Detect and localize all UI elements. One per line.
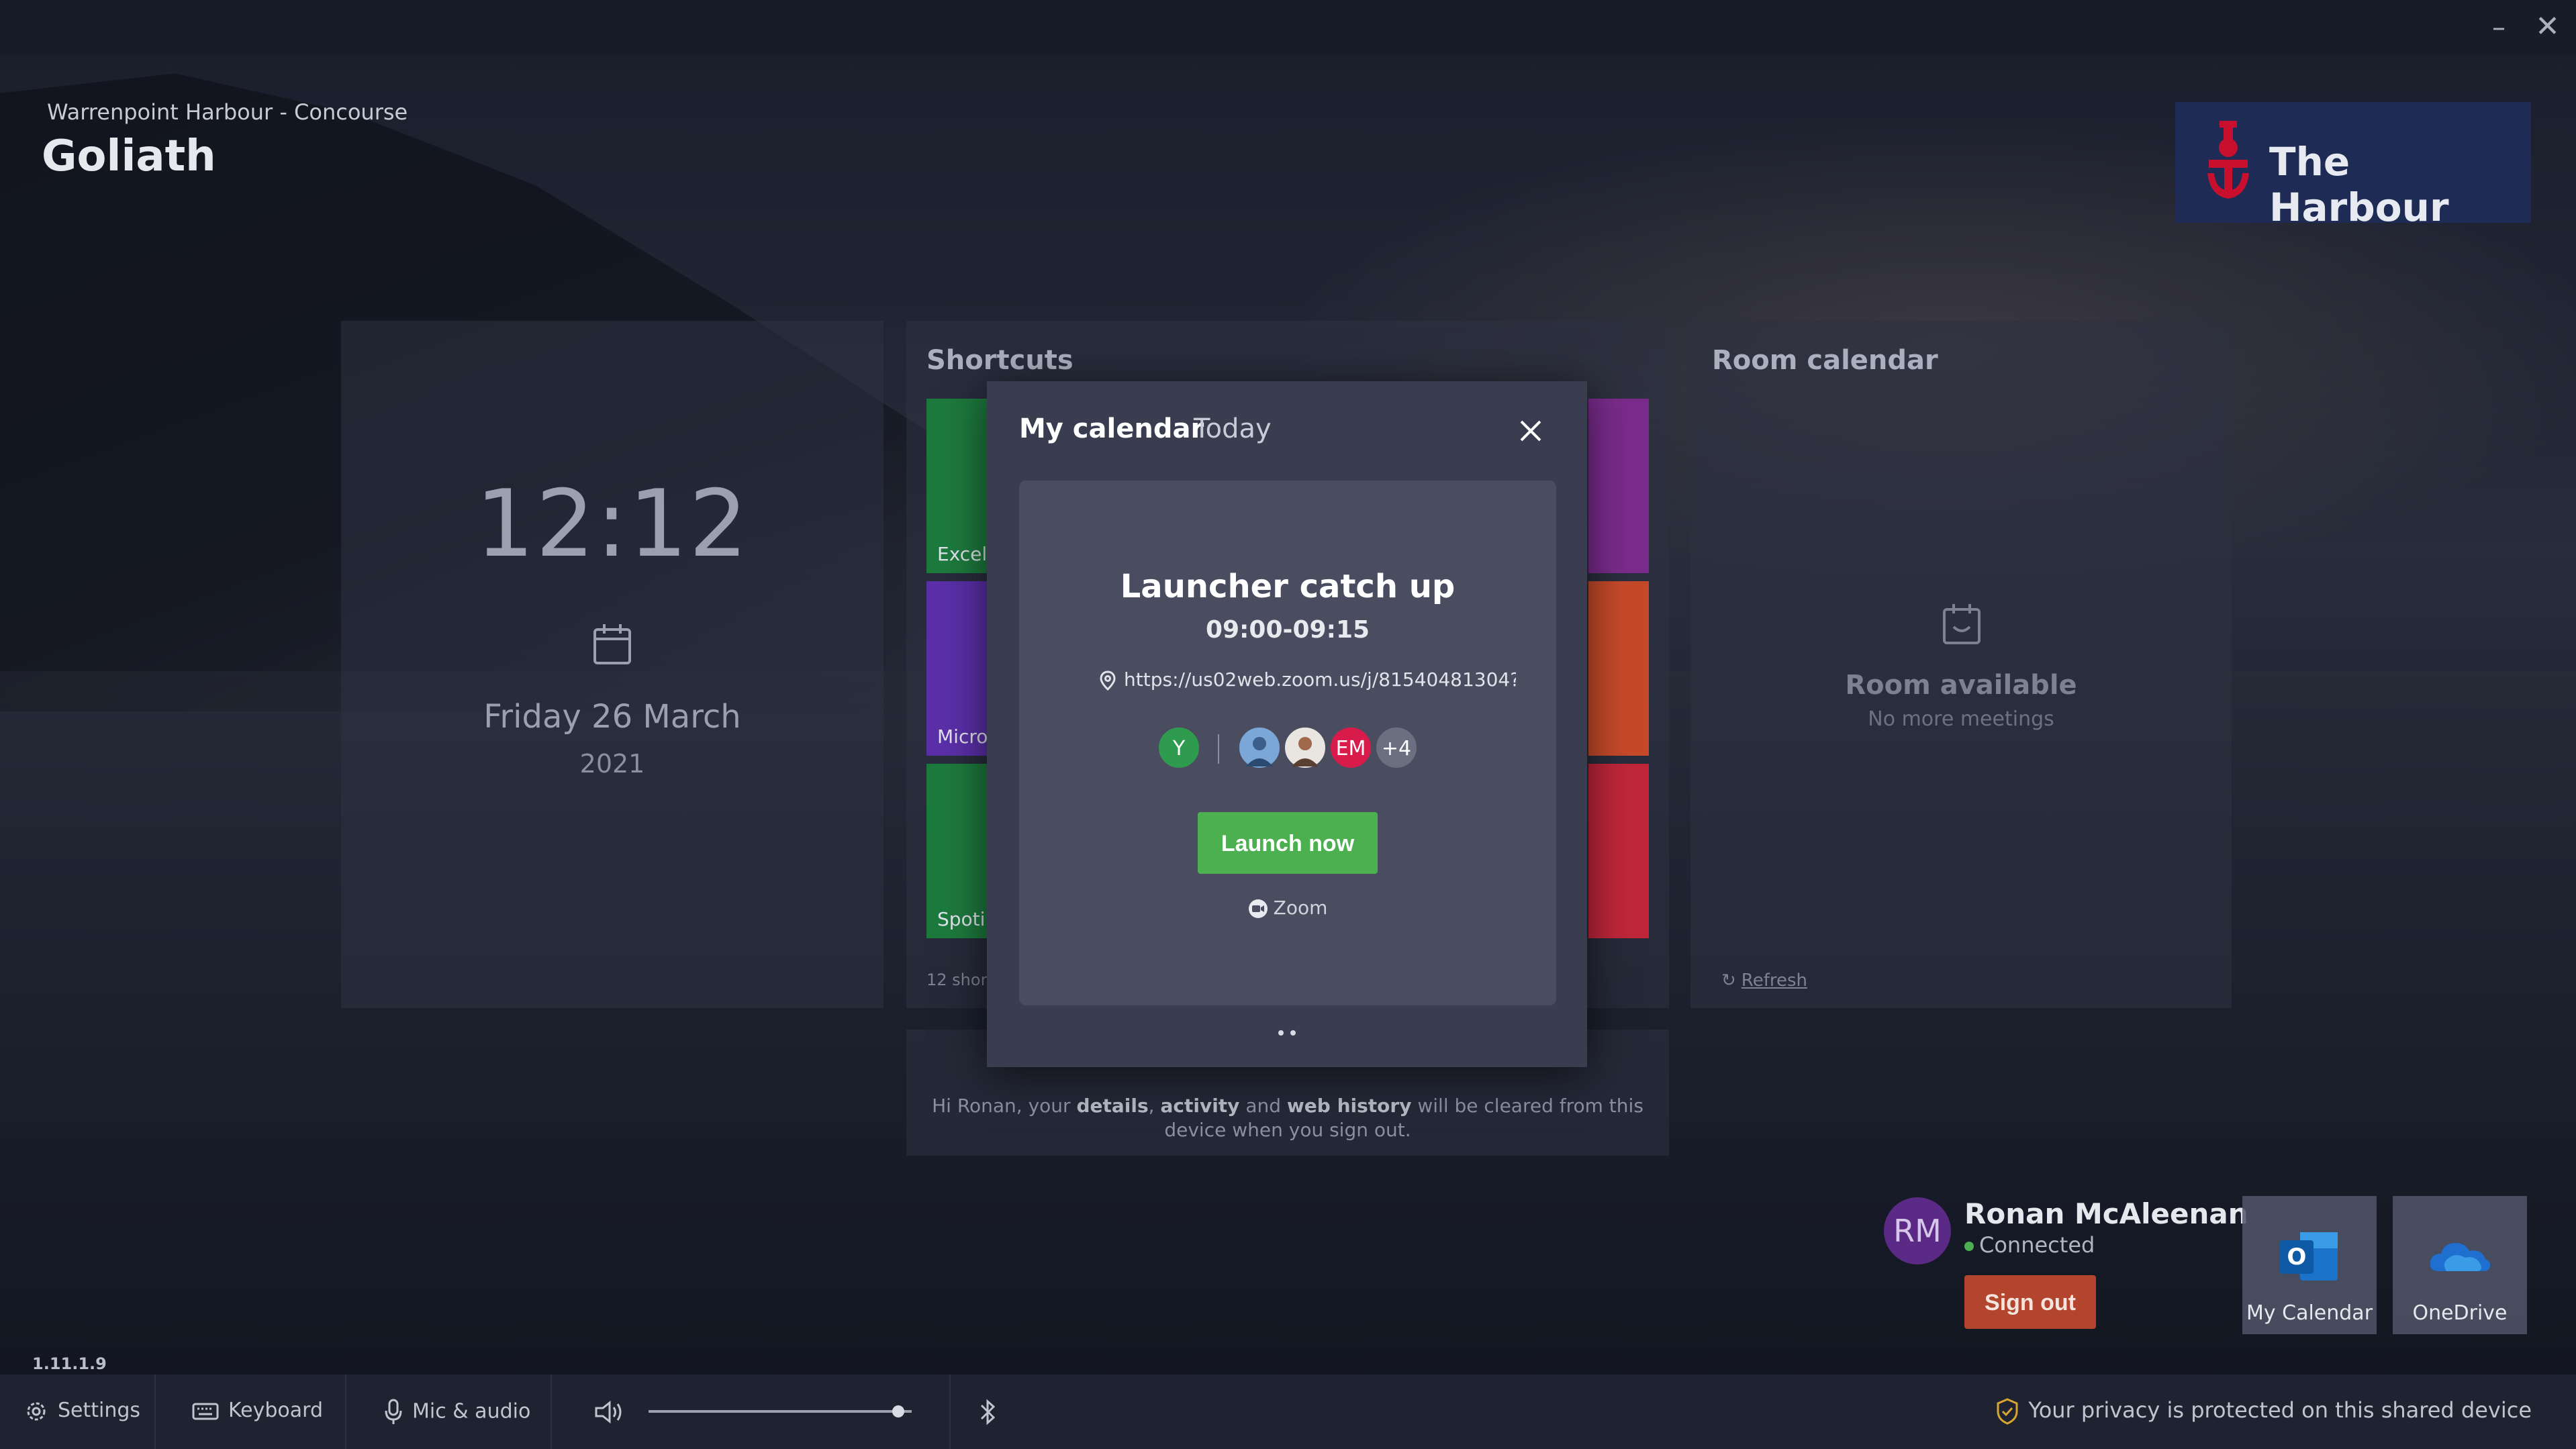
modal-title: My calendar <box>1019 413 1204 444</box>
room-calendar-title: Room calendar <box>1712 345 1938 376</box>
window-title-bar: – ✕ <box>0 0 2576 55</box>
shortcut-tile-microsoft[interactable]: Micro <box>926 581 988 756</box>
app-tile-onedrive[interactable]: OneDrive <box>2393 1196 2527 1334</box>
user-status: Connected <box>1964 1232 2095 1258</box>
room-status: Room available <box>1845 670 2077 701</box>
close-icon[interactable] <box>1511 411 1551 451</box>
shortcut-tile[interactable] <box>1588 581 1649 756</box>
calendar-icon <box>593 624 631 664</box>
toolbar-divider <box>345 1375 346 1449</box>
version-label: 1.11.1.9 <box>32 1354 107 1373</box>
close-icon[interactable]: ✕ <box>2535 9 2560 44</box>
my-calendar-modal: My calendar Today Launcher catch up 09:0… <box>987 381 1587 1067</box>
clock-time: 12:12 <box>475 470 749 578</box>
shortcut-tile-spotify[interactable]: Spoti <box>926 764 987 938</box>
location-pin-icon <box>1100 670 1116 691</box>
shortcut-tile-excel[interactable]: Excel <box>926 399 987 573</box>
volume-slider-handle[interactable] <box>892 1405 905 1417</box>
page-indicator[interactable] <box>987 1026 1587 1038</box>
gear-icon <box>27 1402 46 1420</box>
privacy-notice-text: Your privacy is protected on this shared… <box>2028 1397 2532 1423</box>
shortcut-label: Spoti <box>937 908 986 930</box>
shortcut-tile[interactable] <box>1588 399 1649 573</box>
volume-icon[interactable] <box>593 1399 626 1426</box>
meeting-title: Launcher catch up <box>1120 568 1456 605</box>
room-status-detail: No more meetings <box>1868 707 2054 731</box>
onedrive-icon <box>2430 1243 2491 1271</box>
settings-label: Settings <box>58 1399 141 1422</box>
toolbar-divider <box>551 1375 552 1449</box>
room-location: Warrenpoint Harbour - Concourse <box>47 99 408 125</box>
shortcuts-count: 12 short <box>926 970 994 989</box>
keyboard-button[interactable]: Keyboard <box>192 1399 323 1422</box>
privacy-message: Hi Ronan, your details, activity and web… <box>932 1095 1643 1141</box>
toolbar-divider <box>154 1375 156 1449</box>
shortcuts-title: Shortcuts <box>926 345 1074 376</box>
brand-logo: The Harbour <box>2175 102 2531 230</box>
bluetooth-icon[interactable] <box>977 1397 998 1427</box>
app-tile-label: My Calendar <box>2246 1301 2373 1325</box>
logo-text: The Harbour <box>2269 139 2449 230</box>
person-photo-icon <box>1292 737 1319 766</box>
page-dot[interactable] <box>1278 1030 1284 1036</box>
keyboard-label: Keyboard <box>228 1399 324 1422</box>
microphone-icon <box>385 1399 402 1424</box>
settings-button[interactable]: Settings <box>24 1399 140 1423</box>
refresh-label: Refresh <box>1741 970 1807 991</box>
app-tile-my-calendar[interactable]: O My Calendar <box>2242 1196 2377 1334</box>
volume-slider[interactable] <box>649 1410 912 1413</box>
attendee-avatar <box>1238 726 1281 769</box>
sign-out-button[interactable]: Sign out <box>1964 1275 2096 1329</box>
organizer-avatar: Y <box>1157 726 1200 769</box>
attendee-avatar <box>1284 726 1327 769</box>
zoom-icon <box>1248 899 1268 918</box>
meeting-link-text: https://us02web.zoom.us/j/81540481304?p.… <box>1124 668 1516 691</box>
attendee-separator <box>1218 734 1219 764</box>
refresh-link[interactable]: ↻ Refresh <box>1721 970 1807 991</box>
bottom-toolbar: Settings Keyboard Mic & audio Your priva… <box>0 1375 2576 1449</box>
clock-year: 2021 <box>579 749 645 779</box>
shortcut-tile[interactable] <box>1588 764 1649 938</box>
mic-audio-button[interactable]: Mic & audio <box>384 1399 530 1426</box>
privacy-notice: Your privacy is protected on this shared… <box>1996 1397 2532 1425</box>
calendar-smile-icon <box>1943 604 1981 644</box>
room-calendar-panel: Room calendar Room available No more mee… <box>1690 321 2232 1008</box>
mic-audio-label: Mic & audio <box>412 1399 531 1423</box>
shield-check-icon <box>1997 1398 2018 1425</box>
user-avatar: RM <box>1884 1197 1951 1264</box>
attendee-avatar: EM <box>1329 726 1372 769</box>
svg-text:O: O <box>2287 1244 2307 1270</box>
room-name: Goliath <box>42 132 216 181</box>
person-photo-icon <box>1246 737 1273 766</box>
meeting-provider-label: Zoom <box>1273 897 1328 919</box>
shortcut-label: Micro <box>937 726 988 748</box>
toolbar-divider <box>949 1375 951 1449</box>
meeting-provider: Zoom <box>1019 897 1556 919</box>
minimize-icon[interactable]: – <box>2492 12 2506 43</box>
meeting-card: Launcher catch up 09:00-09:15 https://us… <box>1019 481 1556 1005</box>
clock-panel: 12:12 Friday 26 March 2021 <box>341 321 884 1008</box>
page-dot[interactable] <box>1290 1030 1296 1036</box>
more-attendees-badge[interactable]: +4 <box>1375 726 1418 769</box>
status-dot <box>1964 1242 1974 1251</box>
meeting-time: 09:00-09:15 <box>1205 616 1370 644</box>
shortcut-label: Excel <box>937 543 988 565</box>
app-tile-label: OneDrive <box>2412 1301 2508 1325</box>
outlook-icon: O <box>2280 1232 2338 1281</box>
meeting-location[interactable]: https://us02web.zoom.us/j/81540481304?p.… <box>1100 668 1516 691</box>
keyboard-icon <box>192 1403 219 1419</box>
modal-subtitle: Today <box>1194 413 1272 444</box>
refresh-icon: ↻ <box>1721 970 1736 991</box>
clock-date: Friday 26 March <box>483 698 741 736</box>
launch-now-button[interactable]: Launch now <box>1198 812 1378 874</box>
user-name: Ronan McAleenan <box>1964 1197 2248 1230</box>
anchor-icon <box>2207 121 2249 199</box>
